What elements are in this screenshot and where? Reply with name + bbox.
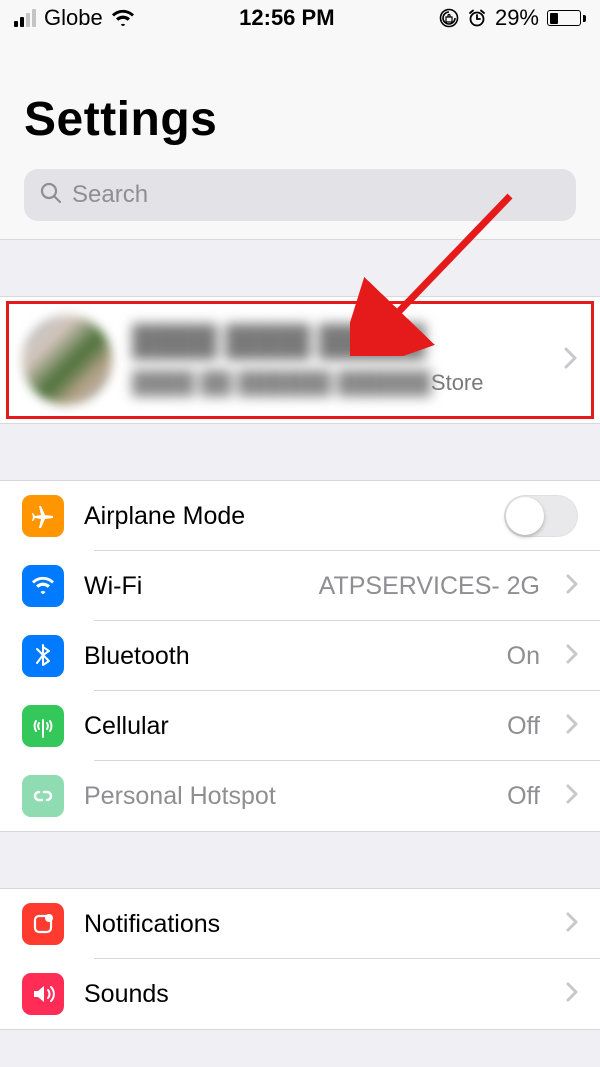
chevron-right-icon (566, 982, 578, 1007)
appleid-row[interactable]: ████ ████ █████ ████ ██ ██████ ██████ St… (0, 297, 600, 423)
group-gap (0, 832, 600, 888)
alarm-icon (467, 8, 487, 28)
row-airplane-mode[interactable]: Airplane Mode (0, 481, 600, 551)
row-label: Cellular (84, 712, 487, 741)
status-right: 29% (439, 5, 586, 31)
system-group: Notifications Sounds (0, 888, 600, 1030)
row-bluetooth[interactable]: Bluetooth On (0, 621, 600, 691)
page-title: Settings (24, 92, 576, 147)
appleid-group: ████ ████ █████ ████ ██ ██████ ██████ St… (0, 296, 600, 424)
status-left: Globe (14, 5, 135, 31)
airplane-toggle[interactable] (504, 495, 578, 537)
chevron-right-icon (566, 714, 578, 739)
chevron-right-icon (566, 574, 578, 599)
chevron-right-icon (566, 644, 578, 669)
group-gap (0, 424, 600, 480)
row-notifications[interactable]: Notifications (0, 889, 600, 959)
row-label: Bluetooth (84, 642, 487, 671)
row-value: ATPSERVICES- 2G (319, 572, 540, 601)
header: Settings (0, 36, 600, 240)
wifi-icon (22, 565, 64, 607)
status-time: 12:56 PM (239, 5, 334, 31)
chevron-right-icon (566, 784, 578, 809)
appleid-subtitle: ████ ██ ██████ ██████ Store (132, 370, 544, 396)
signal-icon (14, 9, 36, 27)
network-group: Airplane Mode Wi-Fi ATPSERVICES- 2G Blue… (0, 480, 600, 832)
wifi-status-icon (111, 9, 135, 27)
bluetooth-icon (22, 635, 64, 677)
appleid-sub-suffix: Store (431, 370, 484, 396)
row-label: Notifications (84, 910, 546, 939)
appleid-sub-masked: ████ ██ ██████ ██████ (132, 370, 431, 396)
row-sounds[interactable]: Sounds (0, 959, 600, 1029)
sounds-icon (22, 973, 64, 1015)
row-cellular[interactable]: Cellular Off (0, 691, 600, 761)
row-label: Personal Hotspot (84, 782, 487, 811)
row-label: Airplane Mode (84, 502, 484, 531)
chevron-right-icon (566, 912, 578, 937)
notifications-icon (22, 903, 64, 945)
appleid-text: ████ ████ █████ ████ ██ ██████ ██████ St… (132, 324, 544, 396)
battery-icon (547, 10, 586, 26)
carrier-label: Globe (44, 5, 103, 31)
chevron-right-icon (564, 347, 578, 374)
row-wifi[interactable]: Wi-Fi ATPSERVICES- 2G (0, 551, 600, 621)
status-bar: Globe 12:56 PM 29% (0, 0, 600, 36)
hotspot-icon (22, 775, 64, 817)
search-icon (40, 182, 62, 209)
group-gap (0, 240, 600, 296)
row-value: Off (507, 782, 540, 811)
cellular-icon (22, 705, 64, 747)
orientation-lock-icon (439, 8, 459, 28)
row-value: Off (507, 712, 540, 741)
airplane-icon (22, 495, 64, 537)
search-field[interactable] (24, 169, 576, 221)
row-label: Wi-Fi (84, 572, 299, 601)
row-label: Sounds (84, 980, 546, 1009)
appleid-name: ████ ████ █████ (132, 324, 544, 360)
avatar (22, 315, 112, 405)
battery-percent: 29% (495, 5, 539, 31)
row-personal-hotspot[interactable]: Personal Hotspot Off (0, 761, 600, 831)
row-value: On (507, 642, 540, 671)
search-input[interactable] (72, 181, 560, 209)
